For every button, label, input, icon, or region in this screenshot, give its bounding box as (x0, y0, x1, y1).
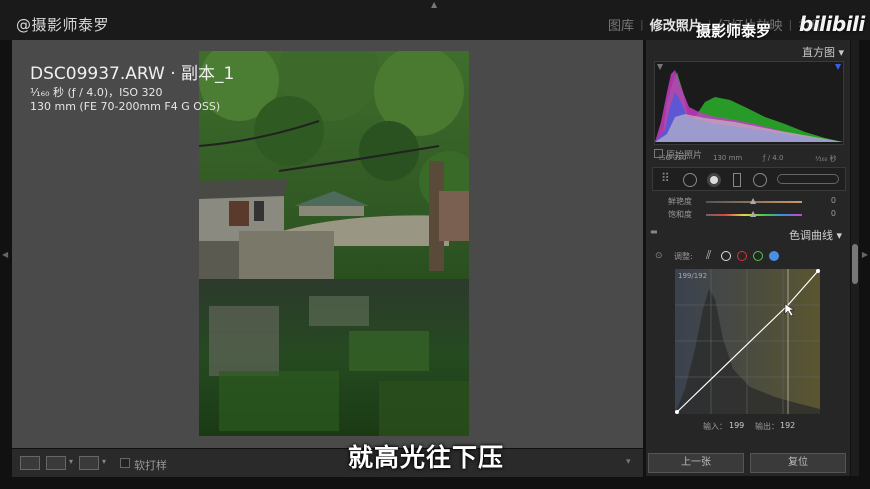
histogram-header[interactable]: 直方图 ▾ (802, 44, 844, 60)
histogram-title: 直方图 (801, 46, 835, 59)
develop-tool-strip: ⠿ (652, 167, 846, 191)
right-panel-scrollbar[interactable] (851, 40, 859, 476)
adjust-label: 调整: (674, 252, 693, 261)
chevron-down-icon[interactable]: ▾ (102, 457, 106, 466)
panel-collapse-icon[interactable]: ▬ (650, 227, 658, 236)
soft-proof-checkbox[interactable] (120, 458, 130, 468)
photo-filename: DSC09937.ARW · 副本_1 (30, 64, 235, 84)
triangle-down-icon: ▾ (838, 46, 844, 59)
red-channel-icon[interactable] (737, 251, 747, 261)
exposure-info: ¹⁄₁₆₀ 秒 (ƒ / 4.0)，ISO 320 (30, 86, 163, 99)
soft-proof-label: 软打样 (134, 459, 167, 472)
previous-button[interactable]: 上一张 (648, 453, 744, 473)
bilibili-logo: bilibili (799, 12, 865, 36)
tone-curve-header[interactable]: ▬ 色调曲线 ▾ (646, 226, 850, 242)
original-photo-checkbox[interactable] (654, 149, 663, 158)
histogram: ISO 320 130 mm ƒ / 4.0 ¹⁄₁₆₀ 秒 (654, 61, 844, 163)
develop-right-panel: 直方图 ▾ ISO 320 130 mm ƒ / 4.0 ¹⁄₁₆₀ 秒 原始照… (646, 40, 850, 476)
module-library[interactable]: 图库 (602, 15, 640, 34)
right-panel-toggle-icon[interactable]: ▶ (862, 250, 868, 259)
curve-point-white (816, 269, 820, 273)
compare-view-button[interactable] (79, 456, 99, 470)
reset-button[interactable]: 复位 (750, 453, 846, 473)
before-after-button[interactable] (46, 456, 66, 470)
curve-point-black (675, 410, 679, 414)
brush-slider-icon[interactable] (777, 174, 839, 184)
tone-curve-graph[interactable] (675, 269, 820, 414)
target-adjust-icon[interactable]: ⊙ (655, 251, 663, 261)
slider-knob-icon[interactable]: ▲ (750, 196, 756, 205)
slider-knob-icon[interactable]: ▲ (750, 209, 756, 218)
curve-output-label: 输出： (755, 422, 779, 431)
hist-aperture: ƒ / 4.0 (763, 154, 784, 162)
curve-readout: 199/192 (678, 272, 708, 280)
grid-icon[interactable]: ⠿ (661, 171, 670, 185)
vibrance-slider-row[interactable]: 鲜艳度 ▲ 0 (654, 196, 844, 208)
saturation-slider-row[interactable]: 饱和度 ▲ 0 (654, 209, 844, 221)
red-eye-icon[interactable] (733, 173, 741, 187)
crop-tool-icon[interactable] (683, 173, 697, 187)
loupe-view-button[interactable] (20, 456, 40, 470)
tone-curve-editor[interactable]: 199/192 (675, 269, 820, 414)
rgb-channel-icon[interactable] (721, 251, 731, 261)
image-canvas: DSC09937.ARW · 副本_1 ¹⁄₁₆₀ 秒 (ƒ / 4.0)，IS… (12, 40, 643, 448)
lens-info: 130 mm (FE 70-200mm F4 G OSS) (30, 100, 221, 113)
video-subtitle: 就高光往下压 (348, 443, 505, 472)
original-photo-label: 原始照片 (666, 151, 703, 161)
tone-curve-title: 色调曲线 ▾ (788, 229, 842, 242)
left-panel-toggle-icon[interactable]: ◀ (2, 250, 8, 259)
shadow-clipping-icon (657, 64, 663, 70)
histogram-graph (655, 64, 843, 142)
graduated-filter-icon[interactable] (753, 173, 767, 187)
vibrance-label: 鲜艳度 (668, 197, 692, 206)
vibrance-value[interactable]: 0 (831, 196, 836, 205)
photo-image (199, 51, 469, 436)
photo-preview[interactable] (199, 51, 469, 436)
top-bar: ▲ @摄影师泰罗 图库 | 修改照片 | 幻灯片放映 | 打印 摄影师泰罗 bi… (0, 0, 870, 40)
scrollbar-thumb[interactable] (852, 244, 858, 284)
chevron-down-icon[interactable]: ▾ (69, 457, 73, 466)
brand-watermark: 摄影师泰罗 (696, 22, 772, 40)
bottom-toolbar: ▾ ▾ 软打样 ▾ (12, 449, 643, 477)
saturation-value[interactable]: 0 (831, 209, 836, 218)
watermark-text: @摄影师泰罗 (16, 16, 110, 34)
green-channel-icon[interactable] (753, 251, 763, 261)
saturation-label: 饱和度 (668, 210, 692, 219)
toolbar-menu-icon[interactable]: ▾ (626, 457, 631, 467)
hist-focal: 130 mm (713, 154, 743, 162)
curve-input-label: 输入： (703, 422, 727, 431)
curve-output-value: 192 (780, 421, 796, 430)
curve-input-value: 199 (729, 421, 745, 430)
hist-shutter: ¹⁄₁₆₀ 秒 (815, 155, 837, 163)
highlight-clipping-icon (835, 64, 841, 70)
collapse-top-icon[interactable]: ▲ (431, 0, 437, 9)
blue-channel-icon[interactable] (769, 251, 779, 261)
spot-removal-icon[interactable] (707, 173, 721, 187)
parametric-curve-icon[interactable]: ⫽ (706, 248, 711, 263)
